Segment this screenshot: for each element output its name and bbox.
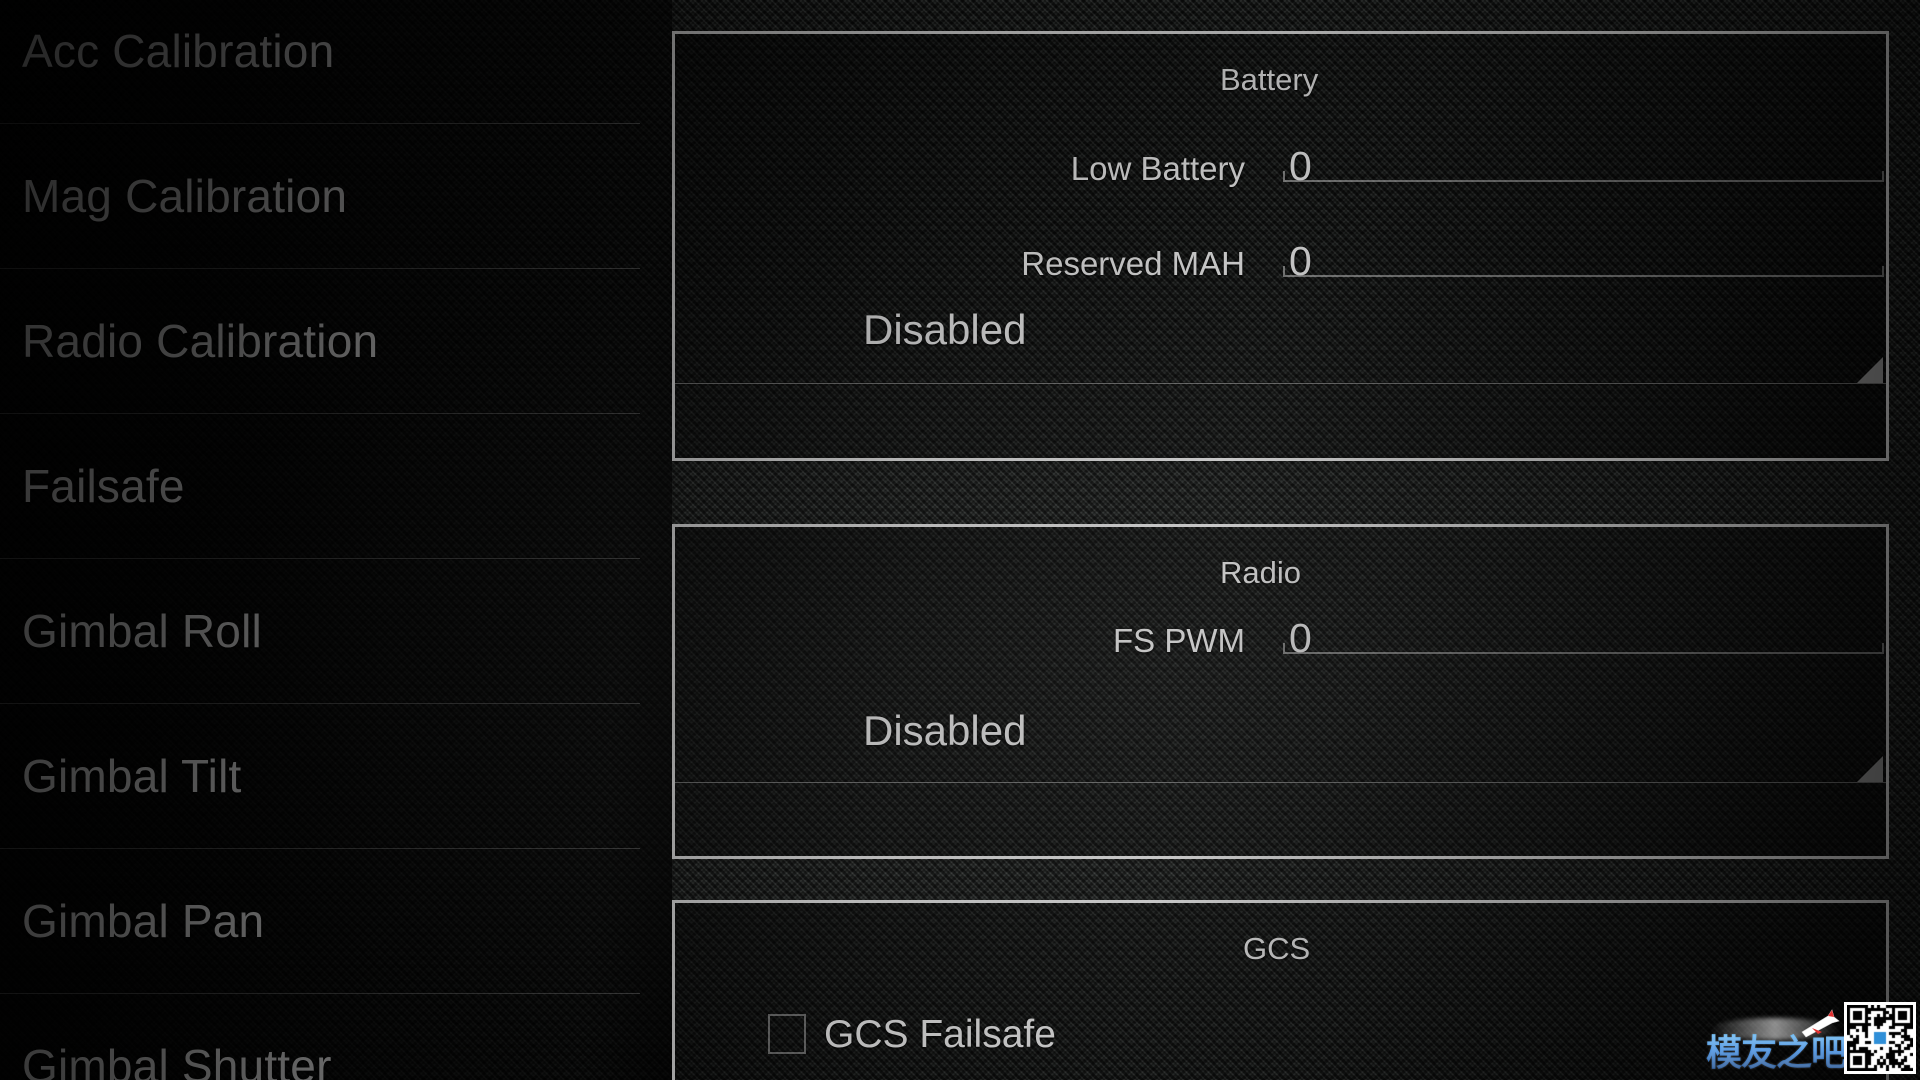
app-root: Acc Calibration Mag Calibration Radio Ca… [0,0,1920,1080]
reserved-mah-input-underline[interactable] [1283,266,1884,277]
sidebar-item-gimbal-shutter[interactable]: Gimbal Shutter [0,993,640,1080]
sidebar-item-radio-calibration[interactable]: Radio Calibration [0,268,640,413]
reserved-mah-label: Reserved MAH [1021,245,1245,282]
radio-panel: Radio FS PWM 0 Disabled [672,524,1889,859]
watermark-text: 模友之吧 [1706,1024,1847,1076]
sidebar-item-label: Gimbal Roll [22,604,262,657]
gcs-failsafe-checkbox[interactable] [768,1014,806,1054]
sidebar-item-label: Radio Calibration [22,314,379,367]
sidebar-item-acc-calibration[interactable]: Acc Calibration [0,0,640,123]
panel-shading [675,34,1886,458]
radio-failsafe-combo-underline[interactable] [675,782,1886,783]
sidebar-item-gimbal-roll[interactable]: Gimbal Roll [0,558,640,703]
sidebar-item-label: Gimbal Tilt [22,749,242,802]
dropdown-triangle-icon[interactable] [1857,357,1883,383]
battery-failsafe-combo-value[interactable]: Disabled [863,309,1026,351]
battery-panel-title: Battery [1220,62,1319,97]
sidebar-item-gimbal-pan[interactable]: Gimbal Pan [0,848,640,993]
radio-failsafe-combo-value[interactable]: Disabled [863,710,1026,752]
battery-panel: Battery Low Battery 0 Reserved MAH 0 Dis… [672,31,1889,461]
low-battery-input-underline[interactable] [1283,171,1884,182]
sidebar-nav: Acc Calibration Mag Calibration Radio Ca… [0,0,672,1080]
fs-pwm-label: FS PWM [1113,622,1245,659]
gcs-panel-title: GCS [1243,931,1311,966]
sidebar-item-label: Mag Calibration [22,169,348,222]
sidebar-item-label: Failsafe [22,459,185,512]
sidebar-item-mag-calibration[interactable]: Mag Calibration [0,123,640,268]
watermark: 模友之吧 [1700,992,1920,1080]
sidebar-item-label: Acc Calibration [22,24,335,77]
radio-panel-title: Radio [1220,555,1301,590]
dropdown-triangle-icon[interactable] [1857,756,1883,782]
battery-failsafe-combo-underline[interactable] [675,383,1886,384]
qr-code-icon [1844,1002,1916,1074]
sidebar-item-label: Gimbal Pan [22,894,265,947]
sidebar-item-label: Gimbal Shutter [22,1039,332,1080]
sidebar-item-gimbal-tilt[interactable]: Gimbal Tilt [0,703,640,848]
gcs-failsafe-label[interactable]: GCS Failsafe [824,1015,1056,1054]
fs-pwm-input-underline[interactable] [1283,643,1884,654]
low-battery-label: Low Battery [1070,150,1245,187]
sidebar-item-failsafe[interactable]: Failsafe [0,413,640,558]
